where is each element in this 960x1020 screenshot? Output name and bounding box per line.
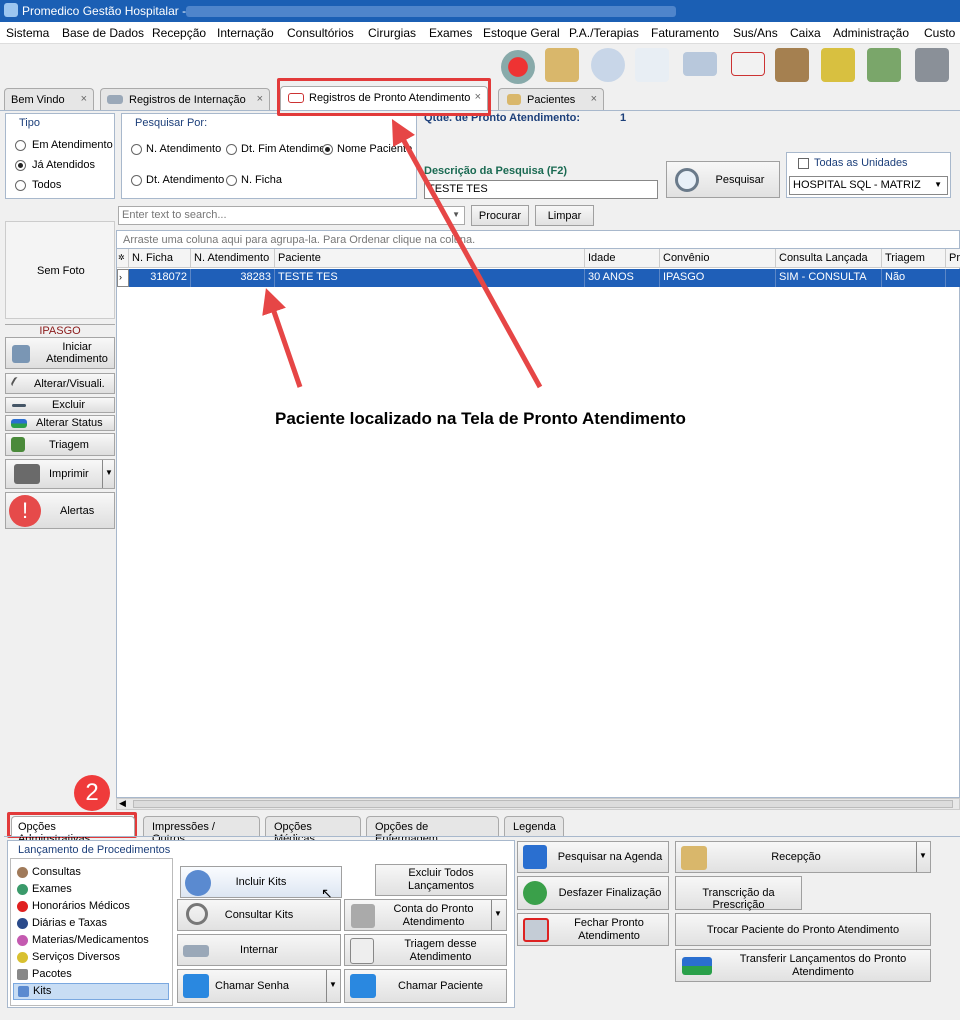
annotation-text: Paciente localizado na Tela de Pronto At… xyxy=(275,409,686,428)
recepcao-button[interactable]: Recepção ▼ xyxy=(675,841,931,873)
excluir-todos-button[interactable]: Excluir Todos Lançamentos xyxy=(375,864,507,896)
package-icon xyxy=(17,969,28,980)
tab-opcoes-enfermagem[interactable]: Opções de Enfermagem xyxy=(366,816,499,845)
tab-opcoes-medicas[interactable]: Opções Médicas xyxy=(265,816,361,845)
arrow-to-row xyxy=(262,288,303,388)
globe-icon xyxy=(17,918,28,929)
star-icon xyxy=(17,952,28,963)
list-item-kits[interactable]: Kits xyxy=(13,983,169,1000)
person-icon xyxy=(17,867,28,878)
internar-button[interactable]: Internar xyxy=(177,934,341,966)
calendar-search-icon xyxy=(523,845,547,869)
chamar-senha-label: Chamar Senha xyxy=(215,980,289,992)
transcricao-label: Transcrição da Prescrição xyxy=(702,887,775,911)
internar-label: Internar xyxy=(240,944,278,956)
transferir-lancamentos-button[interactable]: Transferir Lançamentos do Pronto Atendim… xyxy=(675,949,931,982)
trocar-paciente-button[interactable]: Trocar Paciente do Pronto Atendimento xyxy=(675,913,931,946)
consultar-kits-button[interactable]: Consultar Kits xyxy=(177,899,341,931)
procedimentos-list: Consultas Exames Honorários Médicos Diár… xyxy=(10,858,173,1006)
consultar-kits-label: Consultar Kits xyxy=(224,909,294,921)
recepcao-label: Recepção xyxy=(771,851,821,863)
tab-label: Legenda xyxy=(513,821,556,833)
close-bed-icon xyxy=(523,918,549,942)
trocar-label: Trocar Paciente do Pronto Atendimento xyxy=(706,924,900,936)
pill-icon xyxy=(17,935,28,946)
transcricao-button[interactable]: Transcrição da Prescrição xyxy=(675,876,802,911)
tab-impressoes-outros[interactable]: Impressões / Outros xyxy=(143,816,260,845)
ticket-icon xyxy=(350,974,376,998)
step-badge-2: 2 xyxy=(74,775,110,811)
tab-legenda[interactable]: Legenda xyxy=(504,816,564,836)
dropdown-divider xyxy=(491,900,492,930)
conta-icon xyxy=(351,904,375,928)
chamar-paciente-label: Chamar Paciente xyxy=(398,980,483,992)
kit-icon xyxy=(18,986,29,997)
chamar-paciente-button[interactable]: Chamar Paciente xyxy=(344,969,507,1003)
undo-icon xyxy=(523,881,547,905)
highlight-pa-tab xyxy=(277,78,491,116)
chevron-down-icon[interactable]: ▼ xyxy=(329,980,337,989)
swap-arrows-icon xyxy=(682,957,712,975)
chevron-down-icon[interactable]: ▼ xyxy=(494,909,502,918)
arrow-to-tab xyxy=(391,119,543,389)
lancamento-legend: Lançamento de Procedimentos xyxy=(18,844,171,856)
desfazer-label: Desfazer Finalização xyxy=(558,887,662,899)
desfazer-finalizacao-button[interactable]: Desfazer Finalização xyxy=(517,876,669,910)
excluir-todos-label: Excluir Todos Lançamentos xyxy=(407,867,475,892)
conta-pa-button[interactable]: Conta do Pronto Atendimento ▼ xyxy=(344,899,507,931)
dropdown-divider xyxy=(916,842,917,872)
chevron-down-icon[interactable]: ▼ xyxy=(919,851,927,860)
prescription-icon xyxy=(350,938,374,964)
dropdown-divider xyxy=(326,970,327,1002)
pesquisar-agenda-button[interactable]: Pesquisar na Agenda xyxy=(517,841,669,873)
incluir-kits-label: Incluir Kits xyxy=(235,876,287,888)
transferir-label: Transferir Lançamentos do Pronto Atendim… xyxy=(739,953,907,978)
fechar-label: Fechar Pronto Atendimento xyxy=(574,917,644,942)
incluir-kits-button[interactable]: Incluir Kits ↖ xyxy=(180,866,342,901)
bottom-tab-line xyxy=(4,836,960,837)
triagem-desse-label: Triagem desse Atendimento xyxy=(404,938,477,963)
conta-pa-label: Conta do Pronto Atendimento xyxy=(393,903,474,928)
triagem-desse-button[interactable]: Triagem desse Atendimento xyxy=(344,934,507,966)
fechar-pa-button[interactable]: Fechar Pronto Atendimento xyxy=(517,913,669,946)
chamar-senha-button[interactable]: Chamar Senha ▼ xyxy=(177,969,341,1003)
heartbeat-icon xyxy=(17,884,28,895)
tab-opcoes-administrativas[interactable]: Opções Adminstrativas xyxy=(11,816,135,845)
pesquisar-agenda-label: Pesquisar na Agenda xyxy=(557,851,663,863)
red-cross-icon xyxy=(17,901,28,912)
